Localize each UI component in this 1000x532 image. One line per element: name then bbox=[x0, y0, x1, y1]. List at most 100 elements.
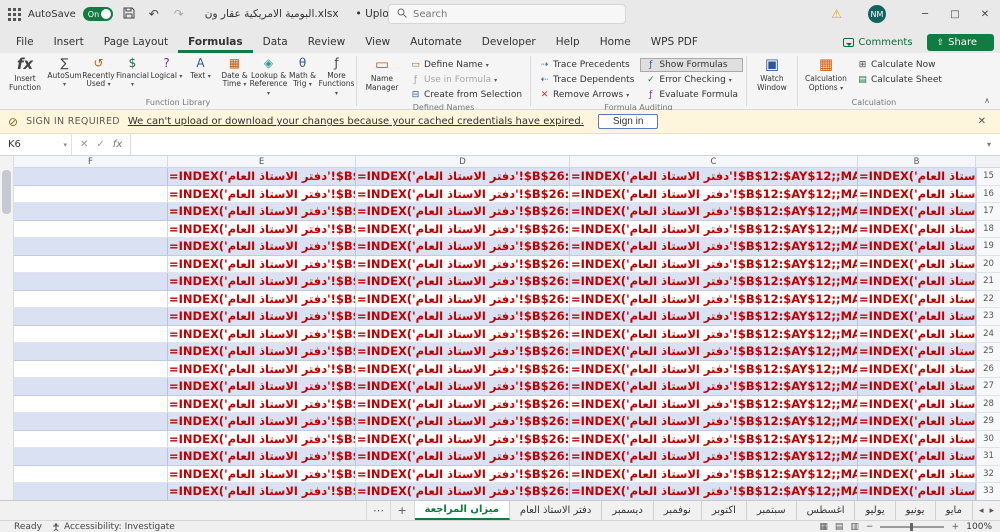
row-header-17[interactable]: 17 bbox=[976, 203, 1000, 221]
sheet-tab-8[interactable]: يوليو bbox=[855, 501, 896, 520]
zoom-level[interactable]: 100% bbox=[966, 522, 992, 532]
save-icon[interactable] bbox=[120, 7, 138, 22]
math-trig-button[interactable]: θ Math & Trig ▾ bbox=[286, 55, 319, 89]
cell-e19[interactable]: =INDEX('دفتر الاستاذ العام'!$B$26:$AY$ bbox=[168, 238, 356, 256]
scrollbar-thumb[interactable] bbox=[2, 170, 11, 214]
cell-e20[interactable]: =INDEX('دفتر الاستاذ العام'!$B$26:$AY$ bbox=[168, 255, 356, 273]
search-input[interactable] bbox=[413, 8, 593, 20]
tab-automate[interactable]: Automate bbox=[400, 32, 472, 53]
lookup-reference-button[interactable]: ◈ Lookup & Reference ▾ bbox=[250, 55, 288, 97]
row-header-27[interactable]: 27 bbox=[976, 378, 1000, 396]
calculation-options-button[interactable]: ▦ Calculation Options ▾ bbox=[801, 55, 851, 93]
use-in-formula-button[interactable]: ƒ Use in Formula ▾ bbox=[405, 73, 527, 87]
maximize-button[interactable]: □ bbox=[940, 0, 970, 28]
watch-window-button[interactable]: ▣ Watch Window bbox=[750, 55, 794, 92]
cell-b21[interactable]: =INDEX('دفتر الاستاذ العام'!$B bbox=[858, 273, 976, 291]
cell-b32[interactable]: =INDEX('دفتر الاستاذ العام'!$B bbox=[858, 465, 976, 483]
cell-d18[interactable]: =INDEX('دفتر الاستاذ العام'!$B$26:$AY$ bbox=[356, 220, 570, 238]
trace-precedents-button[interactable]: ⇢ Trace Precedents bbox=[534, 58, 639, 72]
insert-function-button[interactable]: fx Insert Function bbox=[3, 55, 47, 92]
cell-c25[interactable]: =INDEX('دفتر الاستاذ العام'!$B$12:$AY$12… bbox=[570, 343, 858, 361]
cell-f25[interactable] bbox=[14, 343, 168, 361]
cell-e31[interactable]: =INDEX('دفتر الاستاذ العام'!$B$26:$AY$ bbox=[168, 448, 356, 466]
row-header-22[interactable]: 22 bbox=[976, 290, 1000, 308]
cell-b24[interactable]: =INDEX('دفتر الاستاذ العام'!$B bbox=[858, 325, 976, 343]
tab-file[interactable]: File bbox=[6, 32, 44, 53]
cell-c16[interactable]: =INDEX('دفتر الاستاذ العام'!$B$12:$AY$12… bbox=[570, 185, 858, 203]
column-header-b[interactable]: B bbox=[858, 156, 976, 167]
recently-used-button[interactable]: ↺ Recently Used ▾ bbox=[82, 55, 115, 89]
formula-bar-expand-icon[interactable]: ▾ bbox=[978, 134, 1000, 155]
undo-icon[interactable]: ↶ bbox=[145, 7, 163, 21]
row-header-24[interactable]: 24 bbox=[976, 325, 1000, 343]
cell-e15[interactable]: =INDEX('دفتر الاستاذ العام'!$B$26:$AY$ bbox=[168, 168, 356, 186]
app-launcher-icon[interactable] bbox=[8, 7, 21, 21]
cell-c30[interactable]: =INDEX('دفتر الاستاذ العام'!$B$12:$AY$12… bbox=[570, 430, 858, 448]
search-box[interactable] bbox=[388, 4, 626, 24]
column-header-f[interactable]: F bbox=[14, 156, 168, 167]
cell-b28[interactable]: =INDEX('دفتر الاستاذ العام'!$B bbox=[858, 395, 976, 413]
cell-e22[interactable]: =INDEX('دفتر الاستاذ العام'!$B$26:$AY$ bbox=[168, 290, 356, 308]
cell-b23[interactable]: =INDEX('دفتر الاستاذ العام'!$B bbox=[858, 308, 976, 326]
sheet-tab-3[interactable]: ديسمبر bbox=[602, 501, 654, 520]
sheet-tab-overflow-button[interactable]: ⋯ bbox=[367, 501, 391, 520]
cell-d32[interactable]: =INDEX('دفتر الاستاذ العام'!$B$26:$AY$ bbox=[356, 465, 570, 483]
cell-d30[interactable]: =INDEX('دفتر الاستاذ العام'!$B$26:$AY$ bbox=[356, 430, 570, 448]
cell-f33[interactable] bbox=[14, 483, 168, 500]
zoom-out-icon[interactable]: − bbox=[866, 522, 874, 532]
define-name-button[interactable]: ▭ Define Name ▾ bbox=[405, 58, 527, 72]
cell-d15[interactable]: =INDEX('دفتر الاستاذ العام'!$B$26:$AY$ bbox=[356, 168, 570, 186]
sheet-tab-4[interactable]: نوفمبر bbox=[654, 501, 702, 520]
cell-e18[interactable]: =INDEX('دفتر الاستاذ العام'!$B$26:$AY$ bbox=[168, 220, 356, 238]
cell-d29[interactable]: =INDEX('دفتر الاستاذ العام'!$B$26:$AY$ bbox=[356, 413, 570, 431]
tab-home[interactable]: Home bbox=[590, 32, 641, 53]
row-header-23[interactable]: 23 bbox=[976, 308, 1000, 326]
cell-d33[interactable]: =INDEX('دفتر الاستاذ العام'!$B$26:$AY$ bbox=[356, 483, 570, 500]
cell-c17[interactable]: =INDEX('دفتر الاستاذ العام'!$B$12:$AY$12… bbox=[570, 203, 858, 221]
cell-e25[interactable]: =INDEX('دفتر الاستاذ العام'!$B$26:$AY$ bbox=[168, 343, 356, 361]
cell-c26[interactable]: =INDEX('دفتر الاستاذ العام'!$B$12:$AY$12… bbox=[570, 360, 858, 378]
tab-insert[interactable]: Insert bbox=[44, 32, 94, 53]
notification-close-icon[interactable]: ✕ bbox=[972, 116, 992, 127]
cell-d27[interactable]: =INDEX('دفتر الاستاذ العام'!$B$26:$AY$ bbox=[356, 378, 570, 396]
cell-f22[interactable] bbox=[14, 290, 168, 308]
tab-page-layout[interactable]: Page Layout bbox=[94, 32, 178, 53]
sheet-tab-2[interactable]: دفتر الاستاذ العام bbox=[510, 501, 603, 520]
page-layout-view-icon[interactable]: ▤ bbox=[835, 522, 844, 532]
sheet-tab-5[interactable]: اكتوبر bbox=[702, 501, 747, 520]
add-sheet-button[interactable]: + bbox=[391, 501, 415, 520]
name-manager-button[interactable]: ▭ Name Manager bbox=[360, 55, 404, 92]
cell-f19[interactable] bbox=[14, 238, 168, 256]
financial-button[interactable]: $ Financial ▾ bbox=[116, 55, 149, 89]
minimize-button[interactable]: ─ bbox=[910, 0, 940, 28]
cell-b31[interactable]: =INDEX('دفتر الاستاذ العام'!$B bbox=[858, 448, 976, 466]
cell-f23[interactable] bbox=[14, 308, 168, 326]
cell-c31[interactable]: =INDEX('دفتر الاستاذ العام'!$B$12:$AY$12… bbox=[570, 448, 858, 466]
cell-d22[interactable]: =INDEX('دفتر الاستاذ العام'!$B$26:$AY$ bbox=[356, 290, 570, 308]
column-header-d[interactable]: D bbox=[356, 156, 570, 167]
sheet-nav-right-icon[interactable]: ▸ bbox=[989, 506, 994, 516]
row-header-29[interactable]: 29 bbox=[976, 413, 1000, 431]
cell-d26[interactable]: =INDEX('دفتر الاستاذ العام'!$B$26:$AY$ bbox=[356, 360, 570, 378]
horizontal-scrollbar[interactable] bbox=[0, 501, 368, 520]
row-header-20[interactable]: 20 bbox=[976, 255, 1000, 273]
cell-f15[interactable] bbox=[14, 168, 168, 186]
cell-d28[interactable]: =INDEX('دفتر الاستاذ العام'!$B$26:$AY$ bbox=[356, 395, 570, 413]
cell-d31[interactable]: =INDEX('دفتر الاستاذ العام'!$B$26:$AY$ bbox=[356, 448, 570, 466]
cell-c22[interactable]: =INDEX('دفتر الاستاذ العام'!$B$12:$AY$12… bbox=[570, 290, 858, 308]
cell-e23[interactable]: =INDEX('دفتر الاستاذ العام'!$B$26:$AY$ bbox=[168, 308, 356, 326]
cell-f30[interactable] bbox=[14, 430, 168, 448]
tab-wps-pdf[interactable]: WPS PDF bbox=[641, 32, 708, 53]
cancel-entry-icon[interactable]: ✕ bbox=[80, 139, 88, 150]
cell-f28[interactable] bbox=[14, 395, 168, 413]
cell-c23[interactable]: =INDEX('دفتر الاستاذ العام'!$B$12:$AY$12… bbox=[570, 308, 858, 326]
cell-e30[interactable]: =INDEX('دفتر الاستاذ العام'!$B$26:$AY$ bbox=[168, 430, 356, 448]
cell-b18[interactable]: =INDEX('دفتر الاستاذ العام'!$B bbox=[858, 220, 976, 238]
row-header-32[interactable]: 32 bbox=[976, 465, 1000, 483]
insert-function-fx-icon[interactable]: fx bbox=[113, 139, 122, 150]
notification-message[interactable]: We can't upload or download your changes… bbox=[128, 116, 584, 127]
more-functions-button[interactable]: ƒ More Functions ▾ bbox=[319, 55, 355, 97]
tab-formulas[interactable]: Formulas bbox=[178, 32, 253, 53]
cell-c29[interactable]: =INDEX('دفتر الاستاذ العام'!$B$12:$AY$12… bbox=[570, 413, 858, 431]
sheet-tab-1[interactable]: ميزان المراجعة bbox=[414, 501, 510, 520]
